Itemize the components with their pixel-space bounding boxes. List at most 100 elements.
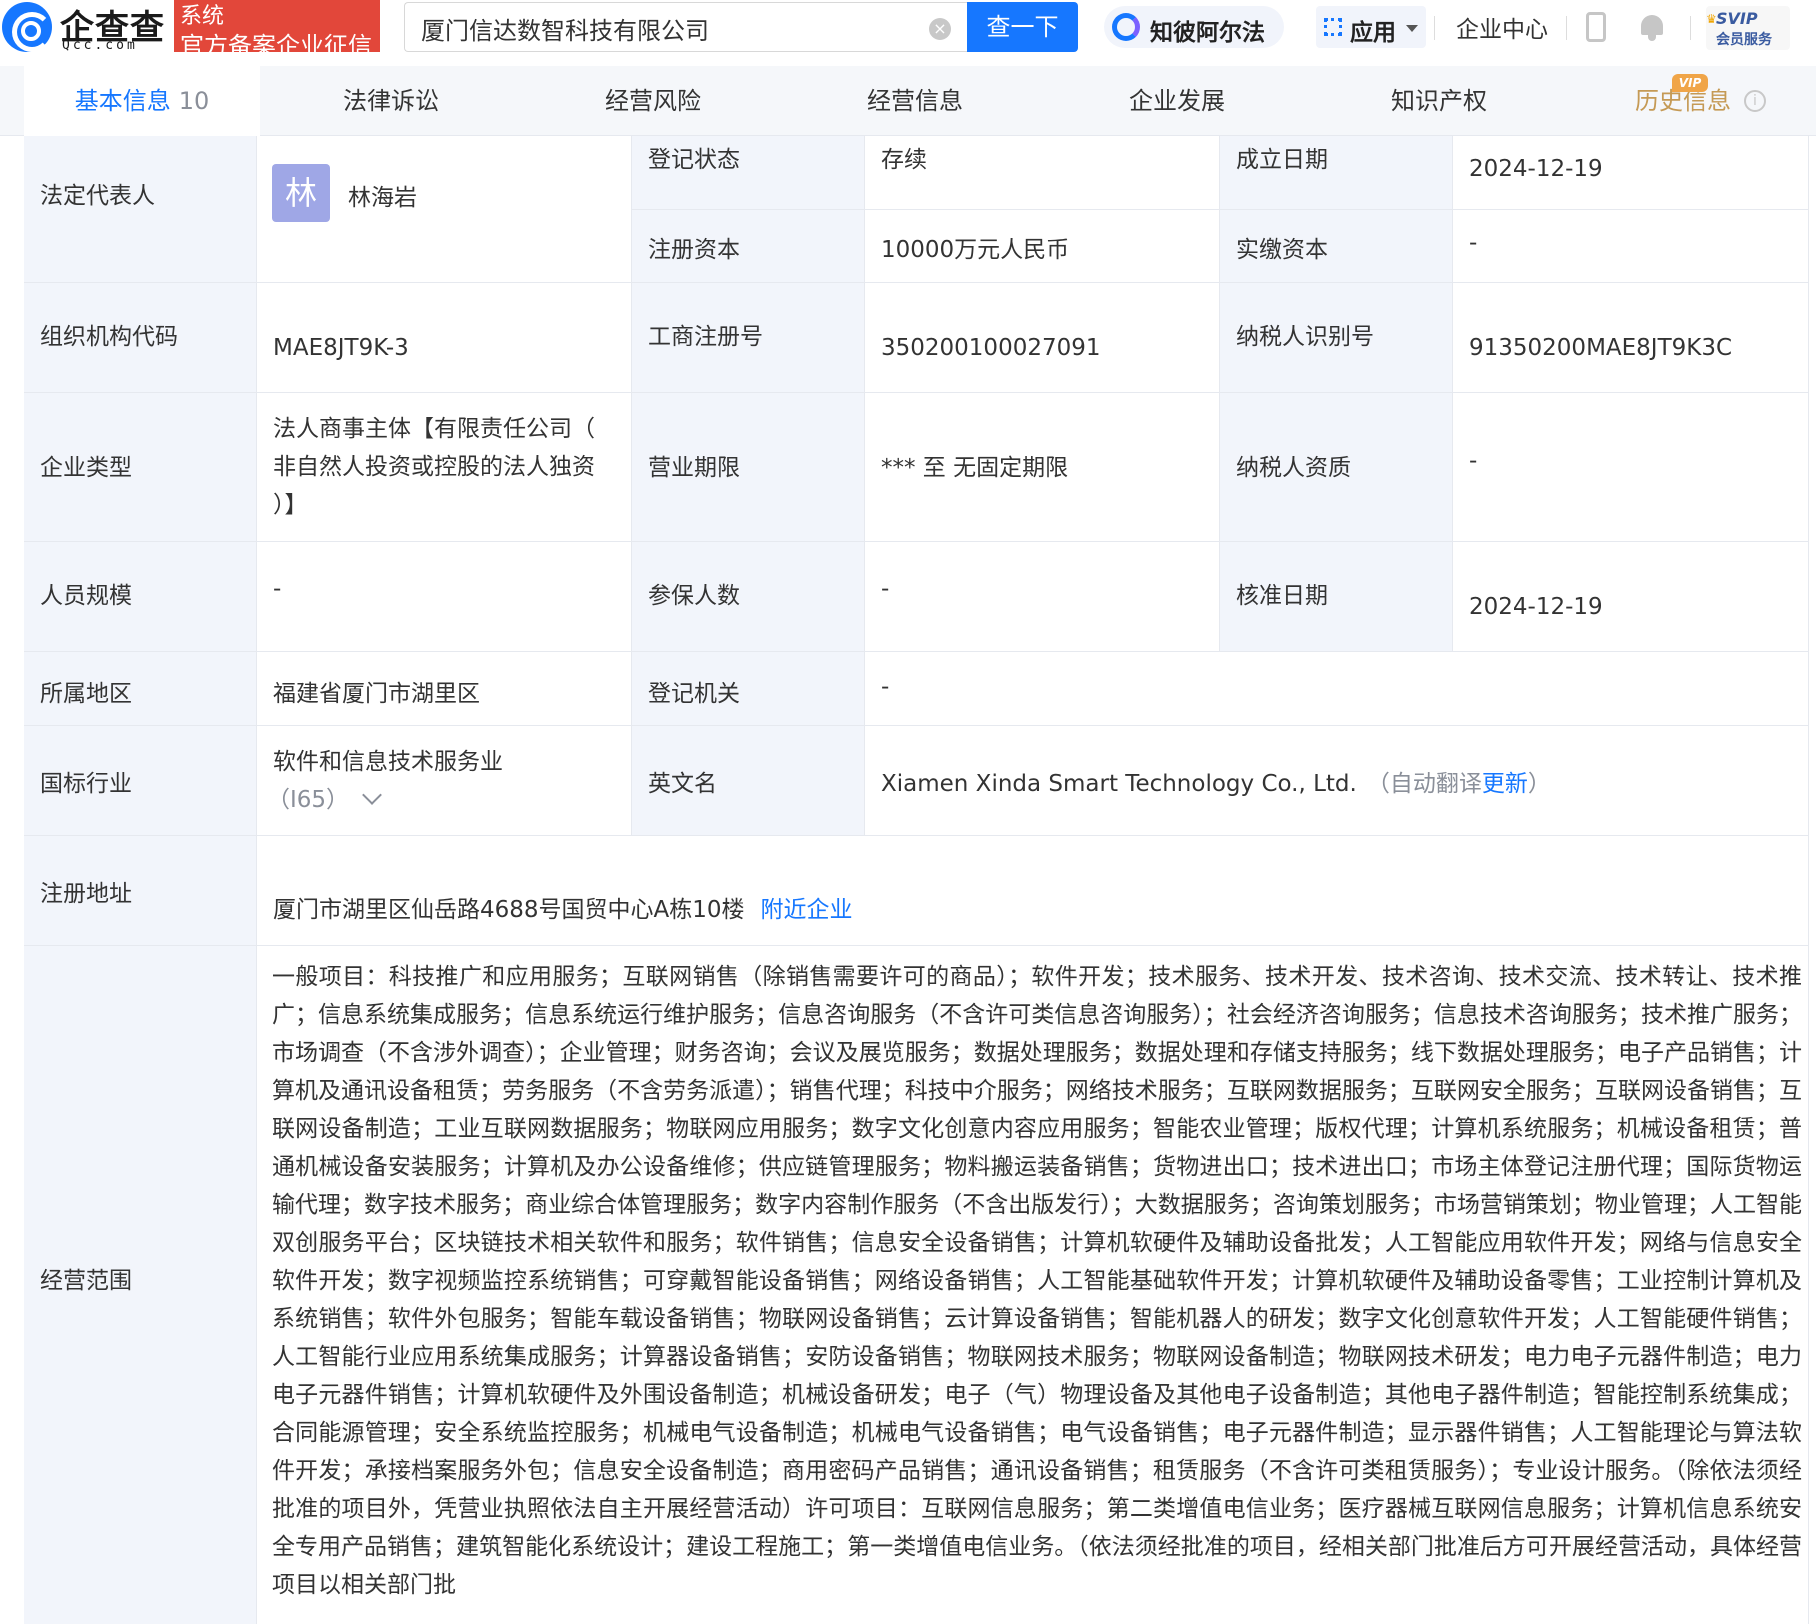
reg-authority-value: -	[881, 674, 890, 700]
official-badge: 系统 官方备案企业征信	[174, 0, 380, 60]
value-cell: -	[865, 542, 1220, 652]
biz-term-value: *** 至 无固定期限	[881, 455, 1069, 481]
nearby-companies-link[interactable]: 附近企业	[761, 897, 853, 923]
paid-capital-value: -	[1469, 230, 1478, 256]
svip-button[interactable]: ♛ SVIP 会员服务	[1706, 6, 1790, 50]
label-cell: 组织机构代码	[24, 283, 257, 393]
industry-label: 国标行业	[40, 771, 132, 797]
clear-icon[interactable]: ×	[929, 18, 951, 40]
founded-value: 2024-12-19	[1469, 156, 1603, 182]
industry-code-toggle[interactable]: （I65）	[267, 780, 382, 814]
notification-bell-icon[interactable]	[1638, 12, 1666, 42]
auto-translate-note: （自动翻译	[1366, 771, 1482, 797]
founded-label: 成立日期	[1236, 147, 1328, 173]
ent-type-line1: 法人商事主体【有限责任公司（	[273, 416, 595, 442]
label-cell: 法定代表人	[24, 136, 257, 283]
apps-menu[interactable]: 应用	[1316, 6, 1426, 48]
mobile-app-icon[interactable]	[1586, 12, 1606, 42]
tab-ip[interactable]: 知识产权	[1308, 66, 1570, 136]
search-input[interactable]	[421, 13, 911, 43]
divider	[1566, 16, 1567, 40]
label-cell: 纳税人资质	[1220, 393, 1453, 542]
reg-capital-label: 注册资本	[648, 237, 740, 263]
search-box: ×	[404, 2, 967, 52]
value-cell: 厦门市湖里区仙岳路4688号国贸中心A栋10楼 附近企业	[257, 836, 1809, 946]
scope-label: 经营范围	[40, 1268, 132, 1294]
staff-size-label: 人员规模	[40, 583, 132, 609]
label-cell: 人员规模	[24, 542, 257, 652]
legal-rep-name[interactable]: 林海岩	[348, 178, 417, 212]
approved-label: 核准日期	[1236, 583, 1328, 609]
address-row: 厦门市湖里区仙岳路4688号国贸中心A栋10楼 附近企业	[273, 890, 853, 924]
apps-label: 应用	[1350, 20, 1396, 46]
taxpayer-qual-label: 纳税人资质	[1236, 455, 1351, 481]
region-value: 福建省厦门市湖里区	[273, 681, 480, 707]
value-cell: -	[865, 652, 1809, 726]
paid-capital-label: 实缴资本	[1236, 237, 1328, 263]
badge-line2: 官方备案企业征信	[180, 32, 372, 60]
tab-count: 10	[178, 87, 210, 115]
enterprise-center-link[interactable]: 企业中心	[1456, 10, 1548, 44]
industry-value: 软件和信息技术服务业	[273, 749, 503, 775]
svip-label: SVIP	[1716, 9, 1758, 28]
value-cell: MAE8JT9K-3	[257, 283, 632, 393]
reg-status-label: 登记状态	[648, 147, 740, 173]
taxpayer-id-label: 纳税人识别号	[1236, 324, 1374, 350]
value-cell: 91350200MAE8JT9K3C	[1453, 283, 1809, 393]
tab-bar: 基本信息 10 法律诉讼 经营风险 经营信息 企业发展 知识产权 历史信息 VIP…	[0, 66, 1816, 136]
svip-sub: 会员服务	[1716, 32, 1772, 48]
biz-reg-no-label: 工商注册号	[648, 324, 763, 350]
zhibi-logo-icon	[1112, 13, 1140, 41]
biz-reg-no-value[interactable]: 350200100027091	[881, 335, 1101, 361]
industry-code: （I65）	[267, 787, 350, 813]
tab-risk[interactable]: 经营风险	[522, 66, 784, 136]
staff-size-value: -	[273, 576, 282, 602]
label-cell: 所属地区	[24, 652, 257, 726]
label-cell: 国标行业	[24, 726, 257, 836]
value-cell: 存续	[865, 136, 1220, 210]
org-code-label: 组织机构代码	[40, 324, 178, 350]
search-button[interactable]: 查一下	[967, 2, 1078, 52]
label-cell: 营业期限	[632, 393, 865, 542]
business-scope-text: 一般项目：科技推广和应用服务；互联网销售（除销售需要许可的商品）；软件开发；技术…	[272, 964, 1802, 1598]
label-cell: 核准日期	[1220, 542, 1453, 652]
tab-development[interactable]: 企业发展	[1046, 66, 1308, 136]
chevron-down-icon	[362, 785, 382, 805]
taxpayer-qual-value: -	[1469, 448, 1478, 474]
zhibi-label: 知彼阿尔法	[1150, 20, 1265, 46]
close-paren: ）	[1527, 771, 1551, 797]
ent-type-label: 企业类型	[40, 455, 132, 481]
biz-term-label: 营业期限	[648, 455, 740, 481]
ent-type-line2: 非自然人投资或控股的法人独资	[273, 454, 595, 480]
top-bar: 企查查 Qcc.com 系统 官方备案企业征信 × 查一下 知彼阿尔法 应用 企…	[0, 0, 1816, 66]
value-cell: 2024-12-19	[1453, 136, 1809, 210]
tab-operations[interactable]: 经营信息	[784, 66, 1046, 136]
label-cell: 实缴资本	[1220, 210, 1453, 283]
org-code-value[interactable]: MAE8JT9K-3	[273, 335, 409, 361]
reg-status-value: 存续	[881, 147, 927, 173]
tab-legal[interactable]: 法律诉讼	[260, 66, 522, 136]
label-cell: 企业类型	[24, 393, 257, 542]
value-cell: 法人商事主体【有限责任公司（ 非自然人投资或控股的法人独资 ）】	[257, 393, 632, 542]
label-cell: 英文名	[632, 726, 865, 836]
label-cell: 成立日期	[1220, 136, 1453, 210]
label-cell: 注册资本	[632, 210, 865, 283]
taxpayer-id-value[interactable]: 91350200MAE8JT9K3C	[1469, 335, 1732, 361]
value-cell: -	[257, 542, 632, 652]
insured-label: 参保人数	[648, 583, 740, 609]
label-cell: 注册地址	[24, 836, 257, 946]
chevron-down-icon	[1406, 25, 1418, 32]
english-name-label: 英文名	[648, 771, 717, 797]
zhibi-alpha-button[interactable]: 知彼阿尔法	[1104, 6, 1284, 48]
legal-rep-label: 法定代表人	[40, 183, 155, 209]
address-label: 注册地址	[40, 881, 132, 907]
vip-badge: VIP	[1672, 74, 1708, 92]
value-cell: 福建省厦门市湖里区	[257, 652, 632, 726]
update-link[interactable]: 更新	[1482, 771, 1528, 797]
avatar[interactable]: 林	[272, 164, 330, 222]
tab-basic-info[interactable]: 基本信息 10	[24, 66, 260, 136]
info-icon[interactable]: i	[1744, 90, 1766, 112]
divider	[1690, 16, 1691, 40]
ent-type-line3: ）】	[273, 492, 308, 518]
qcc-logo-icon[interactable]	[2, 2, 52, 52]
